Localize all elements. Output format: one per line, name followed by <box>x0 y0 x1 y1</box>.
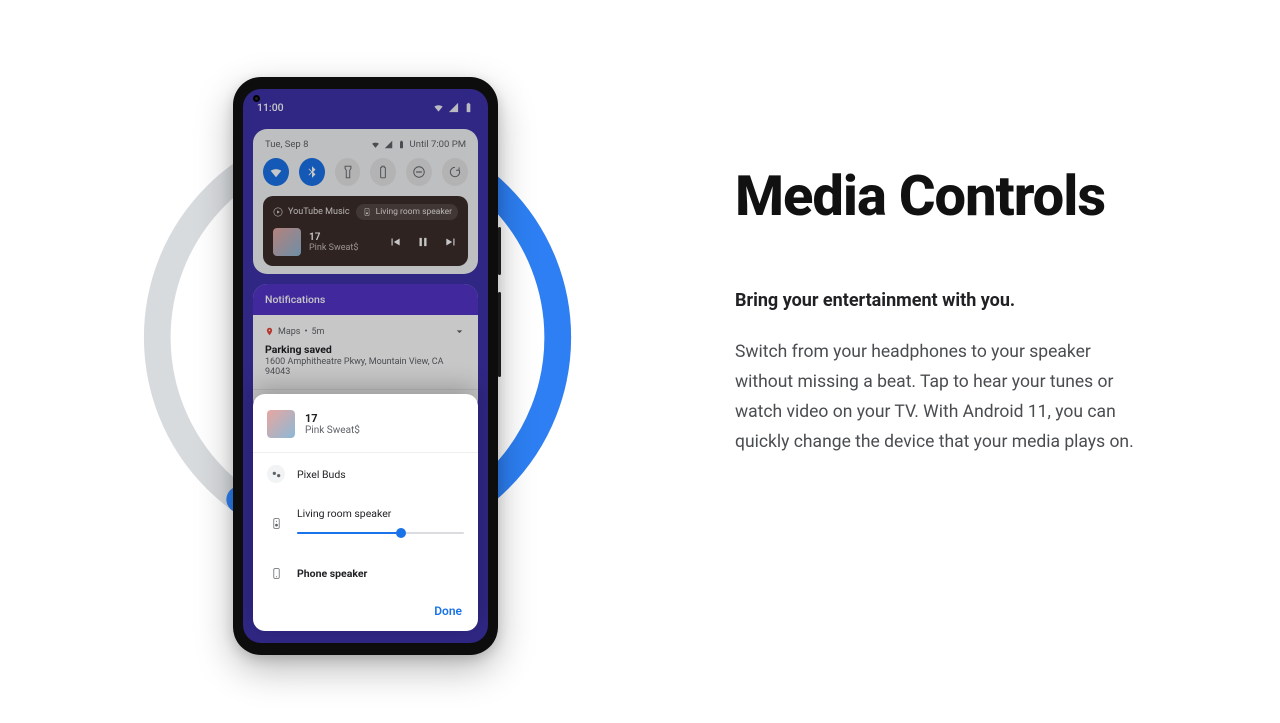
signal-icon <box>384 140 393 149</box>
notification-app: Maps <box>278 327 300 337</box>
qs-tiles <box>263 158 468 186</box>
maps-pin-icon <box>265 327 274 336</box>
notifications-header: Notifications <box>253 284 478 315</box>
qs-header: Tue, Sep 8 Until 7:00 PM <box>265 139 466 150</box>
sheet-track-artist: Pink Sweat$ <box>305 425 360 436</box>
qs-tile-wifi[interactable] <box>263 158 289 186</box>
sheet-now-playing: 17 Pink Sweat$ <box>253 406 478 453</box>
album-art <box>273 228 301 256</box>
notification-age: 5m <box>312 327 325 337</box>
qs-alarm: Until 7:00 PM <box>410 139 466 150</box>
battery-icon <box>376 165 390 179</box>
qs-tile-bluetooth[interactable] <box>299 158 325 186</box>
media-card[interactable]: YouTube Music Living room speaker 17 Pin… <box>263 196 468 266</box>
status-time: 11:00 <box>257 101 284 114</box>
qs-tile-dnd[interactable] <box>406 158 432 186</box>
sheet-track-title: 17 <box>305 412 360 425</box>
flashlight-icon <box>341 165 355 179</box>
notification-subtitle: 1600 Amphitheatre Pkwy, Mountain View, C… <box>265 357 466 377</box>
qs-date: Tue, Sep 8 <box>265 139 308 150</box>
output-device[interactable]: Living room speaker <box>253 495 478 552</box>
buds-icon <box>267 465 285 483</box>
qs-tile-flashlight[interactable] <box>335 158 361 186</box>
media-source: YouTube Music <box>288 207 350 217</box>
done-button[interactable]: Done <box>434 604 462 618</box>
next-icon[interactable] <box>444 235 458 249</box>
previous-icon[interactable] <box>388 235 402 249</box>
qs-tile-battery[interactable] <box>370 158 396 186</box>
media-output-chip[interactable]: Living room speaker <box>356 204 458 220</box>
phone-icon <box>267 564 285 582</box>
device-label: Living room speaker <box>297 507 464 520</box>
output-device[interactable]: Pixel Buds <box>253 453 478 495</box>
track-title: 17 <box>309 232 388 243</box>
feature-copy: Media Controls Bring your entertainment … <box>735 165 1155 457</box>
feature-section: 11:00 Tue, Sep 8 Until 7:00 PM <box>0 0 1280 723</box>
quick-settings: Tue, Sep 8 Until 7:00 PM YouTube Music <box>253 129 478 274</box>
pause-icon[interactable] <box>416 235 430 249</box>
wifi-icon <box>371 140 380 149</box>
bluetooth-icon <box>305 165 319 179</box>
wifi-icon <box>433 102 444 113</box>
volume-slider[interactable] <box>297 526 464 540</box>
rotate-icon <box>448 165 462 179</box>
phone-screen: 11:00 Tue, Sep 8 Until 7:00 PM <box>243 89 488 643</box>
phone-frame: 11:00 Tue, Sep 8 Until 7:00 PM <box>233 77 498 655</box>
speaker-icon <box>362 207 372 217</box>
track-artist: Pink Sweat$ <box>309 243 388 253</box>
qs-tile-rotate[interactable] <box>442 158 468 186</box>
front-camera <box>253 95 260 102</box>
battery-icon <box>397 140 406 149</box>
album-art <box>267 410 295 438</box>
power-button <box>498 227 501 275</box>
chevron-down-icon[interactable] <box>453 325 466 338</box>
volume-button <box>498 292 501 377</box>
headline: Media Controls <box>735 165 1155 228</box>
output-switcher-sheet: 17 Pink Sweat$ Pixel Buds Living room spe… <box>253 394 478 631</box>
status-bar: 11:00 <box>243 89 488 121</box>
media-output: Living room speaker <box>376 207 452 217</box>
dnd-icon <box>412 165 426 179</box>
body-text: Switch from your headphones to your spea… <box>735 337 1140 457</box>
status-icons <box>433 102 474 113</box>
battery-icon <box>463 102 474 113</box>
wifi-icon <box>269 165 283 179</box>
device-label: Pixel Buds <box>297 468 464 481</box>
speaker-icon <box>267 515 285 533</box>
signal-icon <box>448 102 459 113</box>
subheadline: Bring your entertainment with you. <box>735 290 1155 311</box>
play-circle-icon <box>273 207 283 217</box>
output-device[interactable]: Phone speaker <box>253 552 478 594</box>
notification-item[interactable]: Maps • 5m Parking saved 1600 Amphitheatr… <box>253 315 478 390</box>
device-label: Phone speaker <box>297 567 464 580</box>
notification-title: Parking saved <box>265 343 466 356</box>
